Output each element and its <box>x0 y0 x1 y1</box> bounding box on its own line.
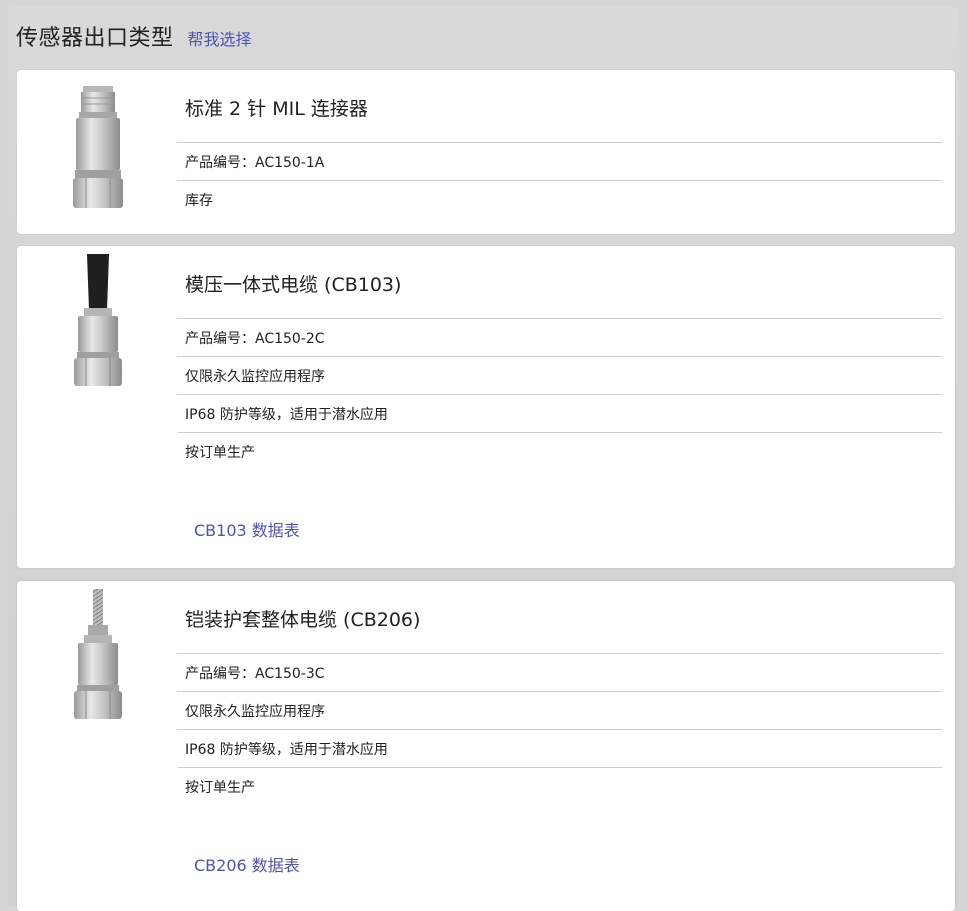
product-spec-row: 库存 <box>177 180 942 218</box>
section-title: 传感器出口类型 <box>16 26 174 51</box>
help-me-choose-link[interactable]: 帮我选择 <box>188 26 252 50</box>
section-header: 传感器出口类型 帮我选择 <box>16 20 252 60</box>
product-card-3[interactable]: 铠装护套整体电缆 (CB206) 产品编号：AC150-3C 仅限永久监控应用程… <box>17 581 955 911</box>
product-spec-row: 按订单生产 <box>177 432 942 470</box>
product-spec-row: 产品编号：AC150-1A <box>177 142 942 180</box>
product-spec-row: IP68 防护等级，适用于潜水应用 <box>177 729 942 767</box>
product-spec-row: 仅限永久监控应用程序 <box>177 691 942 729</box>
cb206-datasheet-link[interactable]: CB206 数据表 <box>194 852 300 876</box>
molded-cable-sensor-image <box>74 254 122 386</box>
product-spec-row: 产品编号：AC150-2C <box>177 318 942 356</box>
product-card-2[interactable]: 模压一体式电缆 (CB103) 产品编号：AC150-2C 仅限永久监控应用程序… <box>17 246 955 568</box>
product-spec-row: 按订单生产 <box>177 767 942 805</box>
product-title: 标准 2 针 MIL 连接器 <box>185 98 368 120</box>
mil-connector-sensor-image <box>73 86 123 208</box>
armored-cable-sensor-image <box>74 589 122 719</box>
product-title: 铠装护套整体电缆 (CB206) <box>185 609 421 631</box>
product-spec-row: 仅限永久监控应用程序 <box>177 356 942 394</box>
product-spec-row: 产品编号：AC150-3C <box>177 653 942 691</box>
cb103-datasheet-link[interactable]: CB103 数据表 <box>194 517 300 541</box>
product-title: 模压一体式电缆 (CB103) <box>185 274 402 296</box>
product-spec-row: IP68 防护等级，适用于潜水应用 <box>177 394 942 432</box>
outlet-type-panel: 传感器出口类型 帮我选择 标准 2 针 MIL 连接器 产品编号：AC150-1… <box>8 6 959 911</box>
product-card-1[interactable]: 标准 2 针 MIL 连接器 产品编号：AC150-1A 库存 <box>17 70 955 234</box>
